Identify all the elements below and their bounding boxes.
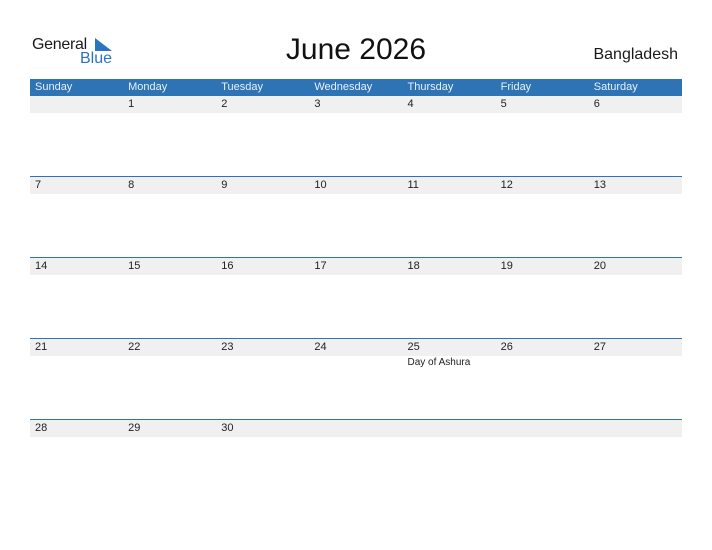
holiday-event <box>216 356 309 369</box>
date-band: 28 29 30 <box>30 420 682 437</box>
day-number: 26 <box>500 341 513 353</box>
weekday-friday: Friday <box>500 81 532 93</box>
day-number: 16 <box>221 260 234 272</box>
day-number: 9 <box>221 179 228 191</box>
week-row: 7 8 9 10 11 12 13 <box>30 176 682 258</box>
holiday-event <box>496 356 589 369</box>
weekday-wednesday: Wednesday <box>314 81 373 93</box>
day-number: 15 <box>128 260 141 272</box>
day-number: 22 <box>128 341 141 353</box>
day-number: 6 <box>593 98 600 110</box>
date-band: 14 15 16 17 18 19 20 <box>30 258 682 275</box>
day-number: 5 <box>500 98 507 110</box>
day-number: 25 <box>407 341 420 353</box>
day-number: 12 <box>500 179 513 191</box>
weekday-monday: Monday <box>128 81 168 93</box>
day-number: 8 <box>128 179 135 191</box>
date-band: 7 8 9 10 11 12 13 <box>30 177 682 194</box>
day-number <box>403 420 496 437</box>
week-row: 14 15 16 17 18 19 20 <box>30 257 682 339</box>
holiday-event <box>30 356 123 369</box>
day-number <box>309 420 402 437</box>
day-number: 17 <box>314 260 327 272</box>
day-number <box>496 420 589 437</box>
day-number: 27 <box>593 341 606 353</box>
day-number: 4 <box>407 98 414 110</box>
weekday-header: Sunday Monday Tuesday Wednesday Thursday… <box>30 79 682 96</box>
day-number: 1 <box>128 98 135 110</box>
day-number: 14 <box>35 260 48 272</box>
day-number: 13 <box>593 179 606 191</box>
day-number: 23 <box>221 341 234 353</box>
day-number: 7 <box>35 179 42 191</box>
week-row: 1 2 3 4 5 6 <box>30 96 682 177</box>
day-number: 10 <box>314 179 327 191</box>
weekday-saturday: Saturday <box>593 81 638 93</box>
holiday-event <box>309 356 402 369</box>
country-label: Bangladesh <box>593 46 678 63</box>
day-number: 20 <box>593 260 606 272</box>
holiday-event: Day of Ashura <box>407 357 471 368</box>
day-number: 29 <box>128 422 141 434</box>
day-number <box>589 420 682 437</box>
day-number: 30 <box>221 422 234 434</box>
weekday-thursday: Thursday <box>407 81 454 93</box>
day-number: 19 <box>500 260 513 272</box>
events-row: Day of Ashura <box>30 356 682 369</box>
day-number: 11 <box>407 179 419 191</box>
week-row: 28 29 30 <box>30 419 682 501</box>
weekday-tuesday: Tuesday <box>221 81 264 93</box>
date-band: 21 22 23 24 25 26 27 <box>30 339 682 356</box>
day-number <box>30 96 123 113</box>
holiday-event <box>589 356 682 369</box>
day-number: 28 <box>35 422 48 434</box>
day-number: 18 <box>407 260 420 272</box>
day-number: 21 <box>35 341 48 353</box>
date-band: 1 2 3 4 5 6 <box>30 96 682 113</box>
week-row: 21 22 23 24 25 26 27 Day of Ashura <box>30 338 682 420</box>
day-number: 2 <box>221 98 228 110</box>
holiday-event <box>123 356 216 369</box>
day-number: 3 <box>314 98 321 110</box>
day-number: 24 <box>314 341 327 353</box>
weekday-sunday: Sunday <box>35 81 73 93</box>
